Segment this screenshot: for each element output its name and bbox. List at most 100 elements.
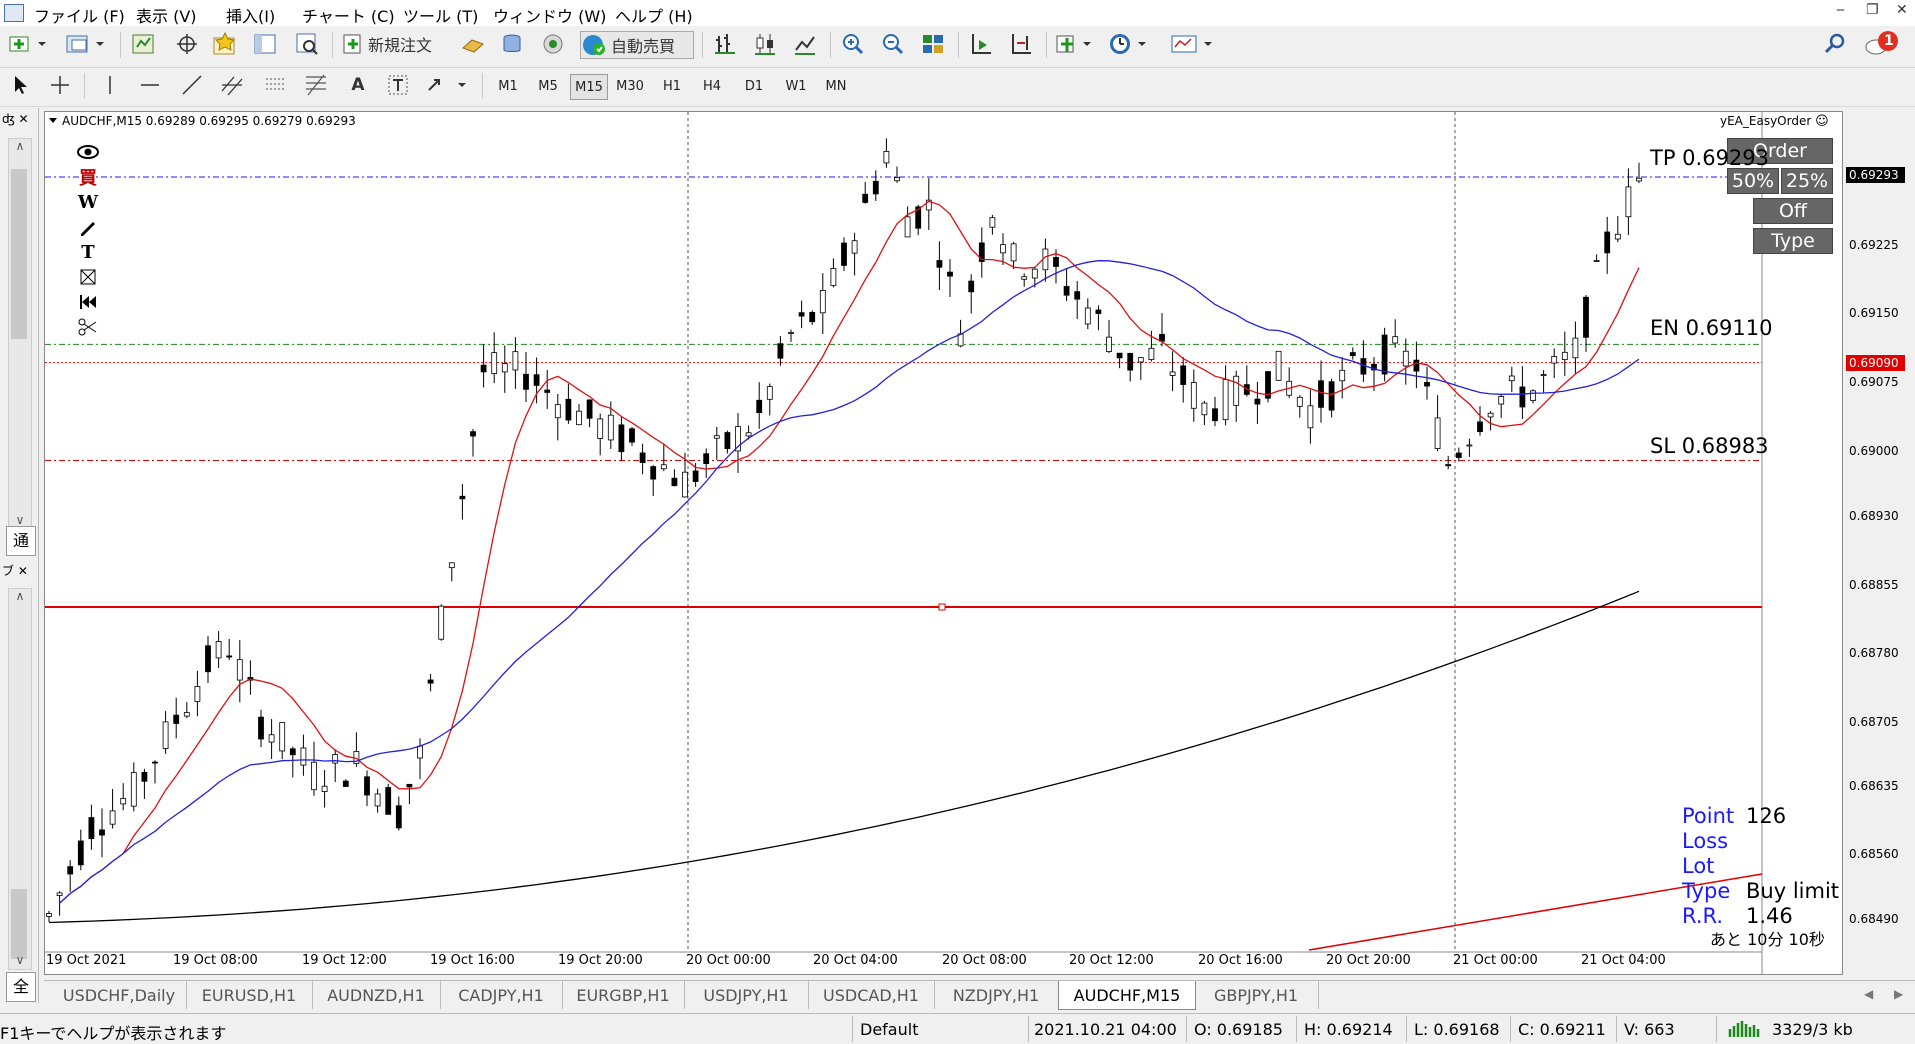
candle-chart-icon[interactable] bbox=[750, 31, 780, 57]
candle-body bbox=[904, 216, 911, 238]
tab-nzdjpy-h1[interactable]: NZDJPY,H1 bbox=[934, 981, 1059, 1009]
tab-usdcad-h1[interactable]: USDCAD,H1 bbox=[808, 981, 935, 1009]
tab-cadjpy-h1[interactable]: CADJPY,H1 bbox=[440, 981, 563, 1009]
candle-body bbox=[1498, 396, 1505, 405]
tab-gbpjpy-h1[interactable]: GBPJPY,H1 bbox=[1194, 981, 1319, 1009]
status-profile: Default bbox=[860, 1020, 919, 1039]
periods-button[interactable] bbox=[1106, 31, 1156, 57]
timeframe-m5[interactable]: M5 bbox=[530, 74, 566, 98]
signals-icon[interactable] bbox=[538, 31, 568, 57]
market-watch-icon[interactable] bbox=[128, 31, 158, 57]
search-icon[interactable] bbox=[1820, 31, 1850, 57]
bar-chart-icon[interactable] bbox=[710, 31, 740, 57]
scrollbar-thumb[interactable] bbox=[11, 169, 27, 339]
drawing-toolbar: A M1 M5 M15 M30 H1 H4 D1 W1 MN bbox=[0, 68, 1915, 107]
text-icon[interactable]: T bbox=[76, 240, 100, 264]
candle-body bbox=[1233, 375, 1240, 406]
tab-eurusd-h1[interactable]: EURUSD,H1 bbox=[186, 981, 313, 1009]
horizontal-line-icon[interactable] bbox=[136, 72, 164, 98]
cursor-icon[interactable] bbox=[6, 72, 34, 98]
percent25-button[interactable]: 25% bbox=[1781, 168, 1833, 194]
new-chart-button[interactable] bbox=[6, 31, 50, 57]
timeframe-d1[interactable]: D1 bbox=[736, 74, 772, 98]
zoom-in-icon[interactable] bbox=[838, 31, 868, 57]
tab-audchf-m15[interactable]: AUDCHF,M15 bbox=[1058, 981, 1196, 1010]
candle-body bbox=[544, 389, 551, 393]
candle-body bbox=[1254, 398, 1261, 405]
auto-trading-button[interactable]: 自動売買 bbox=[580, 31, 694, 59]
terminal-icon[interactable] bbox=[292, 31, 322, 57]
timeframe-w1[interactable]: W1 bbox=[778, 74, 814, 98]
scissors-icon[interactable] bbox=[76, 315, 100, 339]
timeframe-h1[interactable]: H1 bbox=[654, 74, 690, 98]
price-chart[interactable] bbox=[44, 111, 1843, 975]
tab-eurgbp-h1[interactable]: EURGBP,H1 bbox=[562, 981, 685, 1009]
database-icon[interactable] bbox=[498, 31, 528, 57]
candle-body bbox=[1190, 382, 1197, 409]
close-icon[interactable]: ✕ bbox=[1896, 2, 1908, 18]
navigator-icon[interactable] bbox=[250, 31, 280, 57]
auto-scroll-icon[interactable] bbox=[966, 31, 996, 57]
box-icon[interactable] bbox=[76, 265, 100, 289]
menu-tools[interactable]: ツール (T) bbox=[403, 3, 478, 27]
vertical-line-icon[interactable] bbox=[96, 72, 124, 98]
favorites-icon[interactable] bbox=[210, 31, 240, 57]
timeframe-mn[interactable]: MN bbox=[818, 74, 854, 98]
tab-scroll-left-icon[interactable]: ◀ bbox=[1864, 987, 1873, 1001]
restore-icon[interactable]: ❐ bbox=[1866, 2, 1879, 18]
new-order-button[interactable]: 新規注文 bbox=[340, 31, 450, 57]
line-chart-icon[interactable] bbox=[790, 31, 820, 57]
timeframe-m15[interactable]: M15 bbox=[570, 74, 608, 100]
menu-chart[interactable]: チャート (C) bbox=[302, 3, 395, 27]
candle-body bbox=[523, 373, 529, 390]
navigator-panel: ブ ✕ ∧ ∨ 全 bbox=[0, 558, 39, 1003]
candle-body bbox=[576, 410, 582, 426]
buy-icon[interactable]: 買 bbox=[76, 165, 100, 189]
menu-insert[interactable]: 挿入(I) bbox=[226, 3, 275, 27]
panel-scrollbar-2[interactable]: ∧ ∨ bbox=[8, 588, 32, 970]
menu-window[interactable]: ウィンドウ (W) bbox=[493, 3, 606, 27]
percent50-button[interactable]: 50% bbox=[1727, 168, 1779, 194]
menu-help[interactable]: ヘルプ (H) bbox=[615, 3, 693, 27]
text-tool-icon[interactable]: A bbox=[344, 72, 372, 98]
panel-tab-all[interactable]: 全 bbox=[6, 972, 36, 1002]
chart-header: AUDCHF,M15 0.69289 0.69295 0.69279 0.692… bbox=[48, 114, 356, 128]
tile-windows-icon[interactable] bbox=[918, 31, 948, 57]
templates-button[interactable] bbox=[1168, 31, 1224, 57]
off-button[interactable]: Off bbox=[1753, 198, 1833, 224]
tab-audnzd-h1[interactable]: AUDNZD,H1 bbox=[312, 981, 441, 1009]
type-button[interactable]: Type bbox=[1753, 228, 1833, 254]
notifications-icon[interactable]: 1 bbox=[1862, 31, 1902, 57]
tab-scroll-right-icon[interactable]: ▶ bbox=[1894, 987, 1903, 1001]
pen-icon[interactable] bbox=[76, 215, 100, 239]
trendline-icon[interactable] bbox=[178, 72, 206, 98]
chart-shift-icon[interactable] bbox=[1006, 31, 1036, 57]
tab-usdjpy-h1[interactable]: USDJPY,H1 bbox=[684, 981, 809, 1009]
minimize-icon[interactable]: ‒ bbox=[1836, 2, 1845, 18]
crosshair-icon[interactable] bbox=[172, 31, 202, 57]
timeframe-h4[interactable]: H4 bbox=[694, 74, 730, 98]
timeframe-m1[interactable]: M1 bbox=[490, 74, 526, 98]
scrollbar-thumb-2[interactable] bbox=[11, 889, 27, 959]
gold-icon[interactable] bbox=[458, 31, 488, 57]
equidistant-channel-icon[interactable] bbox=[218, 72, 248, 98]
text-label-icon[interactable] bbox=[384, 72, 412, 98]
w-icon[interactable]: W bbox=[76, 190, 100, 214]
candle-body bbox=[713, 435, 720, 439]
menu-view[interactable]: 表示 (V) bbox=[136, 3, 197, 27]
panel-scrollbar[interactable]: ∧ ∨ bbox=[8, 138, 32, 530]
profiles-button[interactable] bbox=[62, 31, 112, 57]
rewind-icon[interactable] bbox=[76, 290, 100, 314]
fibonacci-icon[interactable] bbox=[302, 72, 332, 98]
menu-file[interactable]: ファイル (F) bbox=[34, 3, 125, 27]
std-deviation-icon[interactable] bbox=[262, 72, 292, 98]
panel-tab-trade[interactable]: 通 bbox=[6, 526, 36, 556]
indicators-button[interactable] bbox=[1054, 31, 1098, 57]
eye-icon[interactable] bbox=[76, 140, 100, 164]
crosshair-tool-icon[interactable] bbox=[46, 72, 74, 98]
auto-trading-label: 自動売買 bbox=[611, 37, 676, 56]
arrows-button[interactable] bbox=[424, 72, 472, 98]
timeframe-m30[interactable]: M30 bbox=[612, 74, 648, 98]
tab-usdchf-daily[interactable]: USDCHF,Daily bbox=[52, 981, 187, 1009]
zoom-out-icon[interactable] bbox=[878, 31, 908, 57]
